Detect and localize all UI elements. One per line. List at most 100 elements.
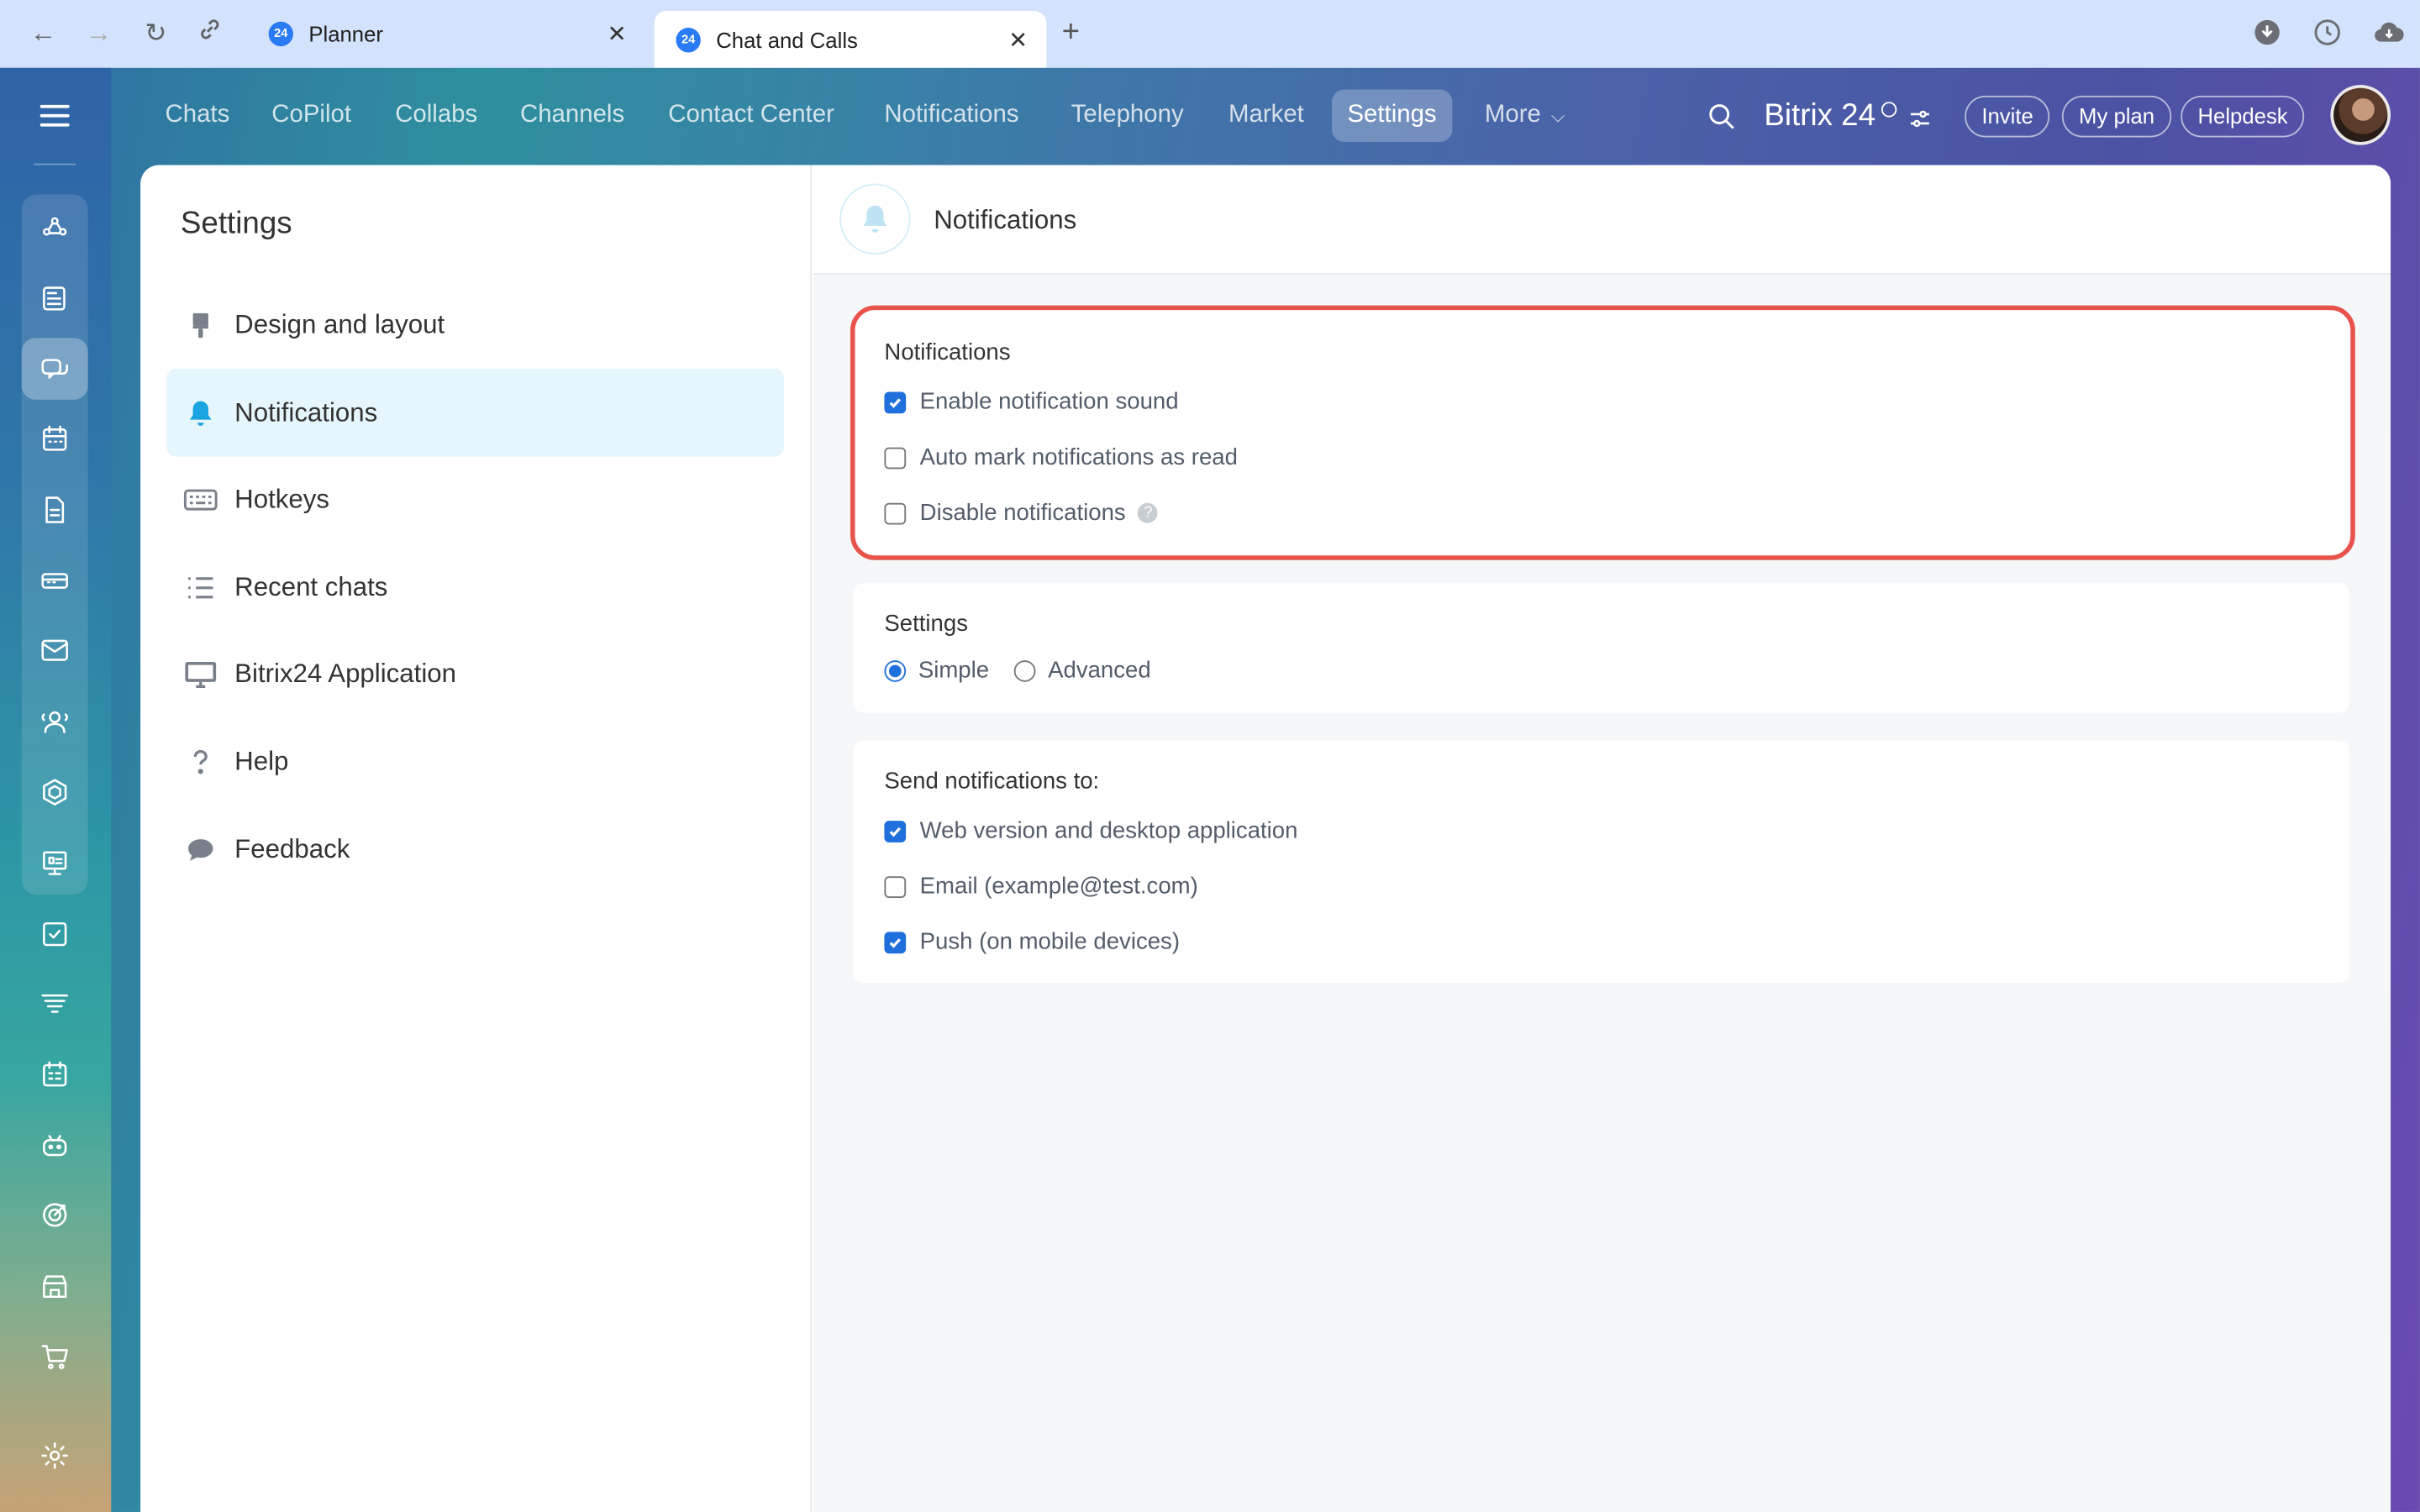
content-header: Notifications xyxy=(813,165,2391,275)
advanced-radio-option[interactable]: Advanced xyxy=(1013,657,1151,684)
bell-icon xyxy=(839,183,911,255)
page-title: Notifications xyxy=(934,205,1077,235)
bitrix-favicon-icon: 24 xyxy=(676,27,701,52)
tab-title: Chat and Calls xyxy=(716,27,858,52)
option-label: Web version and desktop application xyxy=(919,817,1298,844)
sidebar-item-recent-chats[interactable]: Recent chats xyxy=(166,543,784,632)
sidebar-item-label: Notifications xyxy=(234,396,378,427)
history-icon[interactable] xyxy=(2313,18,2344,50)
helpdesk-button[interactable]: Helpdesk xyxy=(2181,95,2305,138)
invite-button[interactable]: Invite xyxy=(1965,95,2050,138)
card-title: Settings xyxy=(884,611,968,638)
sidebar-item-hotkeys[interactable]: Hotkeys xyxy=(166,455,784,543)
list-icon xyxy=(166,571,234,602)
team-icon[interactable] xyxy=(22,690,88,751)
nav-copilot[interactable]: CoPilot xyxy=(271,102,351,129)
question-icon xyxy=(166,746,234,777)
new-tab-icon[interactable]: + xyxy=(1062,15,1080,50)
chat-icon[interactable] xyxy=(21,338,88,400)
target-icon[interactable] xyxy=(22,1184,88,1245)
link-icon[interactable] xyxy=(193,17,227,50)
news-icon[interactable] xyxy=(22,267,88,328)
download-icon[interactable] xyxy=(2254,18,2285,50)
highlight-box xyxy=(850,305,2355,560)
nav-more[interactable]: More ⌵ xyxy=(1485,102,1565,129)
radio-button[interactable] xyxy=(884,659,907,681)
store-icon[interactable] xyxy=(22,1254,88,1315)
rail-divider xyxy=(34,163,76,165)
push-option[interactable]: Push (on mobile devices) xyxy=(884,929,1180,955)
planner-icon[interactable] xyxy=(22,1043,88,1105)
checkbox[interactable] xyxy=(884,820,907,842)
nav-channels[interactable]: Channels xyxy=(520,102,624,129)
calendar-icon[interactable] xyxy=(22,407,88,469)
sidebar-item-feedback[interactable]: Feedback xyxy=(166,806,784,894)
tab-chat-and-calls[interactable]: 24 Chat and Calls ✕ xyxy=(654,10,1047,68)
sidebar-title: Settings xyxy=(180,207,292,241)
checkbox[interactable] xyxy=(884,931,907,953)
keyboard-icon xyxy=(166,484,234,515)
send-notifications-card: Send notifications to: Web version and d… xyxy=(853,740,2349,983)
tab-planner[interactable]: 24 Planner ✕ xyxy=(247,11,645,57)
nav-contact-center[interactable]: Contact Center xyxy=(668,102,834,129)
email-option[interactable]: Email (example@test.com) xyxy=(884,873,1198,900)
monitor-icon xyxy=(166,658,234,689)
chevron-down-icon: ⌵ xyxy=(1550,104,1565,127)
menu-icon[interactable] xyxy=(39,104,70,133)
nav-market[interactable]: Market xyxy=(1228,102,1304,129)
bell-icon xyxy=(166,397,234,428)
sliders-icon[interactable] xyxy=(1909,108,1931,136)
presentation-icon[interactable] xyxy=(22,832,88,893)
nav-settings[interactable]: Settings xyxy=(1332,89,1452,142)
reload-icon[interactable]: ↻ xyxy=(139,17,172,50)
clock-icon xyxy=(1881,102,1897,118)
avatar[interactable] xyxy=(2330,85,2391,145)
nav-more-label: More xyxy=(1484,102,1541,129)
nav-notifications[interactable]: Notifications xyxy=(884,102,1018,129)
browser-chrome: ← → ↻ 24 Planner ✕ 24 Chat and Calls ✕ + xyxy=(0,0,2420,68)
nav-collabs[interactable]: Collabs xyxy=(395,102,477,129)
sidebar-item-application[interactable]: Bitrix24 Application xyxy=(166,629,784,717)
document-icon[interactable] xyxy=(22,478,88,539)
back-icon[interactable]: ← xyxy=(26,17,60,50)
brand-logo: Bitrix 24 xyxy=(1764,98,1876,133)
speech-bubble-icon xyxy=(166,834,234,865)
settings-mode-card: Settings Simple Advanced xyxy=(853,583,2349,713)
simple-radio-option[interactable]: Simple xyxy=(884,657,990,684)
sidebar-item-notifications[interactable]: Notifications xyxy=(166,368,785,457)
sidebar-item-label: Bitrix24 Application xyxy=(234,658,457,688)
sidebar-item-help[interactable]: Help xyxy=(166,717,784,806)
card-title: Send notifications to: xyxy=(884,768,1100,795)
web-desktop-option[interactable]: Web version and desktop application xyxy=(884,817,1298,844)
cart-icon[interactable] xyxy=(22,1326,88,1387)
crm-icon[interactable] xyxy=(22,972,88,1033)
my-plan-button[interactable]: My plan xyxy=(2061,95,2172,138)
cloud-download-icon[interactable] xyxy=(2374,18,2405,50)
robot-icon[interactable] xyxy=(22,1114,88,1175)
radio-button[interactable] xyxy=(1013,659,1036,681)
close-tab-icon[interactable]: ✕ xyxy=(1008,25,1028,53)
sidebar-item-label: Hotkeys xyxy=(234,483,329,513)
page: ← → ↻ 24 Planner ✕ 24 Chat and Calls ✕ + xyxy=(0,0,2420,1512)
forward-icon[interactable]: → xyxy=(82,17,115,50)
tasks-icon[interactable] xyxy=(22,902,88,963)
sidebar-item-design[interactable]: Design and layout xyxy=(166,281,784,369)
sidebar-item-label: Recent chats xyxy=(234,571,388,601)
gear-icon[interactable] xyxy=(22,1424,88,1485)
checkbox[interactable] xyxy=(884,875,907,898)
close-tab-icon[interactable]: ✕ xyxy=(608,20,627,48)
hexagon-icon[interactable] xyxy=(22,760,88,822)
option-label: Simple xyxy=(918,657,990,684)
tab-title: Planner xyxy=(308,21,383,47)
nav-telephony[interactable]: Telephony xyxy=(1071,102,1184,129)
sidebar-item-label: Design and layout xyxy=(234,309,445,339)
option-label: Email (example@test.com) xyxy=(919,873,1198,900)
mail-icon[interactable] xyxy=(22,619,88,680)
nav-chats[interactable]: Chats xyxy=(166,102,230,129)
feed-icon[interactable] xyxy=(22,197,88,259)
search-icon[interactable] xyxy=(1707,102,1736,139)
sidebar-item-label: Help xyxy=(234,746,289,775)
brush-icon xyxy=(166,309,234,340)
sidebar-item-label: Feedback xyxy=(234,833,350,864)
drive-icon[interactable] xyxy=(22,549,88,611)
